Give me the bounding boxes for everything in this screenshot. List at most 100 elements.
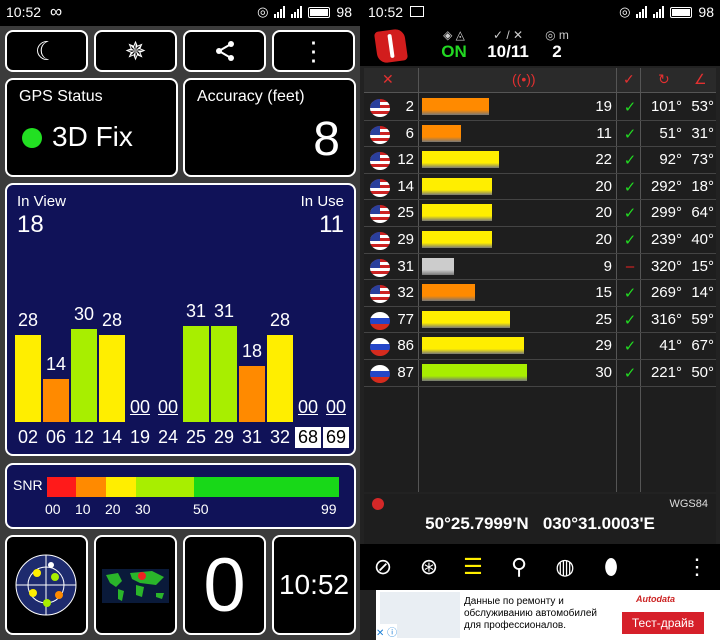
azimuth-value: 51° [659, 124, 682, 142]
in-use-check: ✓ [623, 178, 637, 196]
satellite-prn: 25 [185, 427, 207, 447]
accuracy-target-icon: ◎ [545, 28, 556, 42]
snr-bar [422, 337, 524, 355]
signal-bar: 28 [15, 292, 41, 422]
snr-color-scale [47, 477, 339, 497]
satellite-prn: 6 [405, 124, 414, 142]
snr-bar [422, 204, 492, 222]
elevation-value: 59° [691, 310, 714, 328]
signal-bars-icon: ☰ [463, 554, 483, 579]
signal-bar: 31 [211, 292, 237, 422]
signal-bar-fill [71, 329, 97, 422]
app-logo[interactable] [373, 28, 409, 64]
map-pin-icon: ⬮ [604, 554, 618, 579]
battery-level: 98 [698, 4, 714, 20]
snr-value: 20 [595, 177, 612, 195]
elevation-value: 14° [691, 284, 714, 302]
satellite-icon: ✕ [382, 71, 394, 87]
signal-bar: 00 [295, 292, 321, 422]
signal-table-button[interactable]: ☰ [458, 552, 488, 582]
infinity-icon: ∞ [50, 2, 63, 21]
satellite-table-screen: 10:52 ◎ 98 ◈ ◬ ON ✓ / ✕ 10/11 ◎ m 2 ✕ ((… [360, 0, 720, 640]
gps-state-icon: ◈ ◬ [443, 28, 465, 42]
snr-bar [422, 231, 492, 248]
in-use-check-icon: ✓ [623, 71, 635, 87]
ad-text: Данные по ремонту и обслуживанию автомоб… [464, 596, 597, 631]
table-row[interactable]: 77 25 ✓ 316° 59° [364, 307, 716, 334]
in-use-check: ✓ [623, 205, 637, 223]
snr-value: 29 [595, 337, 612, 355]
satellite-usage-icon: ✓ / ✕ [492, 28, 524, 42]
ad-info-icon[interactable]: ✕ ⓘ [376, 624, 398, 639]
share-button[interactable] [183, 30, 266, 72]
satellite-prn: 87 [397, 364, 414, 381]
signal-bar: 00 [127, 292, 153, 422]
walk-mode-button[interactable]: ⚲ [504, 552, 534, 582]
radar-icon: ⊛ [419, 554, 439, 579]
satellite-usage-value: 10/11 [487, 42, 529, 61]
signal-3g-icon [291, 6, 303, 18]
satellite-prn: 12 [397, 151, 414, 169]
snr-bar [422, 310, 510, 328]
snr-bar [422, 98, 489, 115]
radar-button[interactable]: ⊛ [414, 552, 444, 582]
walk-icon: ⚲ [510, 554, 528, 579]
longitude: 030°31.0003'E [542, 514, 655, 533]
gps-location-icon: ◎ [257, 4, 269, 19]
satellite-prn: 25 [397, 204, 414, 222]
table-row[interactable]: 6 11 ✓ 51° 31° [364, 121, 716, 148]
signal-icon [274, 6, 286, 18]
satellite-prn: 31 [397, 257, 414, 275]
moon-icon: ☾ [34, 35, 59, 66]
snr-tick: 00 [45, 501, 61, 517]
us-flag-icon [370, 99, 390, 117]
signal-bar-fill [43, 379, 69, 422]
status-bar: 10:52 ∞ ◎ 98 [0, 0, 360, 26]
table-row[interactable]: 86 29 ✓ 41° 67° [364, 333, 716, 360]
accuracy-indicator: ◎ m 2 [542, 28, 572, 62]
signal-bar-value: 00 [325, 397, 347, 417]
world-map-button[interactable] [94, 535, 177, 635]
table-row[interactable]: 25 20 ✓ 299° 64° [364, 200, 716, 227]
snr-bar [422, 284, 475, 302]
snr-bar [422, 257, 454, 275]
status-time: 10:52 [368, 4, 404, 20]
accuracy-value: 8 [313, 113, 340, 166]
overflow-menu-button[interactable]: ⋮ [272, 30, 355, 72]
snr-value: 19 [595, 98, 612, 115]
satellite-prn: 32 [397, 284, 414, 302]
speed-display[interactable]: 0 [183, 535, 266, 635]
location-button[interactable]: ⬮ [596, 552, 626, 582]
compass-button[interactable]: ⊘ [368, 552, 398, 582]
app-header: ◈ ◬ ON ✓ / ✕ 10/11 ◎ m 2 [360, 26, 720, 66]
night-mode-button[interactable]: ☾ [5, 30, 88, 72]
share-icon [215, 41, 234, 61]
overflow-menu-icon: ⋮ [300, 35, 327, 66]
signal-bar: 14 [43, 292, 69, 422]
clock-display[interactable]: 10:52 [272, 535, 356, 635]
compass-rose-button[interactable]: ✵ [94, 30, 177, 72]
ad-cta-button[interactable]: Тест-драйв [622, 612, 704, 634]
battery-level: 98 [336, 4, 352, 20]
signal-bar: 30 [71, 292, 97, 422]
snr-value: 30 [595, 364, 612, 381]
table-row[interactable]: 12 22 ✓ 92° 73° [364, 147, 716, 174]
radar-view-button[interactable] [5, 535, 88, 635]
elevation-value: 64° [691, 204, 714, 222]
table-row[interactable]: 31 9–320° 15° [364, 254, 716, 281]
table-row[interactable]: 87 30 ✓ 221° 50° [364, 360, 716, 387]
in-view-label: In View [17, 193, 66, 210]
snr-label: SNR [13, 477, 43, 493]
table-row[interactable]: 32 15 ✓ 269° 14° [364, 280, 716, 307]
globe-button[interactable]: ◍ [550, 552, 580, 582]
ad-banner[interactable]: Данные по ремонту и обслуживанию автомоб… [376, 590, 720, 640]
azimuth-icon: ↻ [658, 71, 670, 87]
table-row[interactable]: 2 19 ✓ 101° 53° [364, 94, 716, 121]
in-use-check: – [625, 257, 635, 275]
signal-bar-value: 00 [157, 397, 179, 417]
globe-map-icon: ◍ [555, 554, 575, 579]
table-row[interactable]: 14 20 ✓ 292° 18° [364, 174, 716, 201]
overflow-menu-button[interactable]: ⋮ [682, 552, 712, 582]
satellite-usage: ✓ / ✕ 10/11 [478, 28, 538, 62]
table-row[interactable]: 29 20 ✓ 239° 40° [364, 227, 716, 254]
